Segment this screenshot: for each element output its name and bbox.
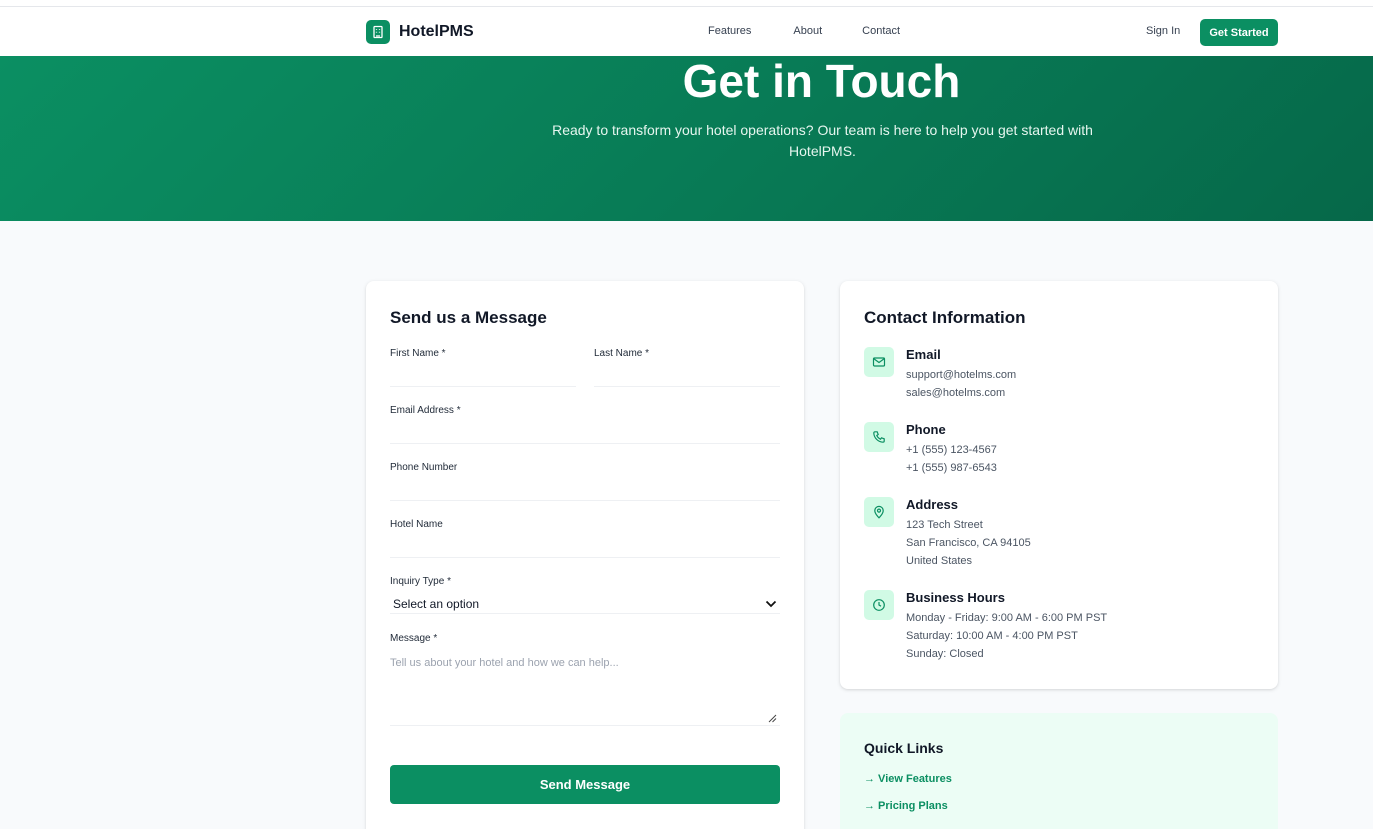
clock-icon <box>864 590 894 620</box>
message-textarea[interactable]: Tell us about your hotel and how we can … <box>390 654 780 726</box>
chevron-down-icon <box>765 595 777 613</box>
hero-subtitle: Ready to transform your hotel operations… <box>552 122 1093 159</box>
navbar: HotelPMS Features About Contact Sign In … <box>0 7 1373 56</box>
hours-line-1: Monday - Friday: 9:00 AM - 6:00 PM PST <box>906 612 1108 624</box>
resize-handle-icon[interactable] <box>767 713 777 723</box>
hours-line-2: Saturday: 10:00 AM - 4:00 PM PST <box>906 630 1078 642</box>
nav-link-contact[interactable]: Contact <box>862 25 900 37</box>
building-icon <box>366 20 390 44</box>
message-placeholder: Tell us about your hotel and how we can … <box>390 657 619 669</box>
email-line-2[interactable]: sales@hotelms.com <box>906 384 1016 402</box>
first-name-input[interactable] <box>390 362 576 387</box>
nav-link-about[interactable]: About <box>793 25 822 37</box>
phone-label: Phone Number <box>390 462 458 473</box>
address-title: Address <box>906 497 959 512</box>
contact-form-card: Send us a Message First Name * Last Name… <box>366 281 804 829</box>
sign-in-link[interactable]: Sign In <box>1146 25 1180 37</box>
inquiry-type-label: Inquiry Type * <box>390 576 451 587</box>
inquiry-type-select[interactable]: Select an option <box>390 594 780 614</box>
address-line-3: United States <box>906 555 973 567</box>
email-title: Email <box>906 347 941 362</box>
address-line-1: 123 Tech Street <box>906 519 983 531</box>
phone-field[interactable] <box>390 476 780 501</box>
contact-email: Email support@hotelms.com sales@hotelms.… <box>864 347 1016 402</box>
hours-title: Business Hours <box>906 590 1005 605</box>
phone-line-2[interactable]: +1 (555) 987-6543 <box>906 459 997 477</box>
hotel-name-field[interactable] <box>390 533 780 558</box>
email-line-1[interactable]: support@hotelms.com <box>906 366 1016 384</box>
contact-address: Address 123 Tech Street San Francisco, C… <box>864 497 1031 570</box>
contact-phone: Phone +1 (555) 123-4567 +1 (555) 987-654… <box>864 422 997 477</box>
get-started-button[interactable]: Get Started <box>1200 19 1278 46</box>
top-border <box>0 0 1373 7</box>
contact-info-title: Contact Information <box>864 308 1026 327</box>
map-pin-icon <box>864 497 894 527</box>
quick-links-title: Quick Links <box>864 740 944 756</box>
first-name-label: First Name * <box>390 348 446 359</box>
email-field[interactable] <box>390 419 780 444</box>
brand-name: HotelPMS <box>399 23 474 40</box>
nav-link-features[interactable]: Features <box>708 25 751 37</box>
quick-link-view-features[interactable]: → View Features <box>864 773 952 785</box>
last-name-input[interactable] <box>594 362 780 387</box>
address-line-2: San Francisco, CA 94105 <box>906 537 1031 549</box>
hotel-name-label: Hotel Name <box>390 519 443 530</box>
phone-line-1[interactable]: +1 (555) 123-4567 <box>906 441 997 459</box>
quick-link-pricing-plans[interactable]: → Pricing Plans <box>864 800 948 812</box>
contact-hours: Business Hours Monday - Friday: 9:00 AM … <box>864 590 1107 663</box>
nav-links: Features About Contact <box>708 25 942 37</box>
hero-title: Get in Touch <box>682 55 961 107</box>
email-label: Email Address * <box>390 405 461 416</box>
phone-icon <box>864 422 894 452</box>
phone-title: Phone <box>906 422 946 437</box>
inquiry-type-value: Select an option <box>393 596 480 611</box>
send-message-button[interactable]: Send Message <box>390 765 780 804</box>
hero: Get in Touch Ready to transform your hot… <box>0 56 1373 221</box>
mail-icon <box>864 347 894 377</box>
quick-links-card: Quick Links → View Features → Pricing Pl… <box>840 713 1278 829</box>
message-label: Message * <box>390 633 438 644</box>
brand[interactable]: HotelPMS <box>366 20 474 44</box>
hours-line-3: Sunday: Closed <box>906 648 984 660</box>
form-title: Send us a Message <box>390 308 547 327</box>
last-name-label: Last Name * <box>594 348 650 359</box>
contact-info-card: Contact Information Email support@hotelm… <box>840 281 1278 689</box>
